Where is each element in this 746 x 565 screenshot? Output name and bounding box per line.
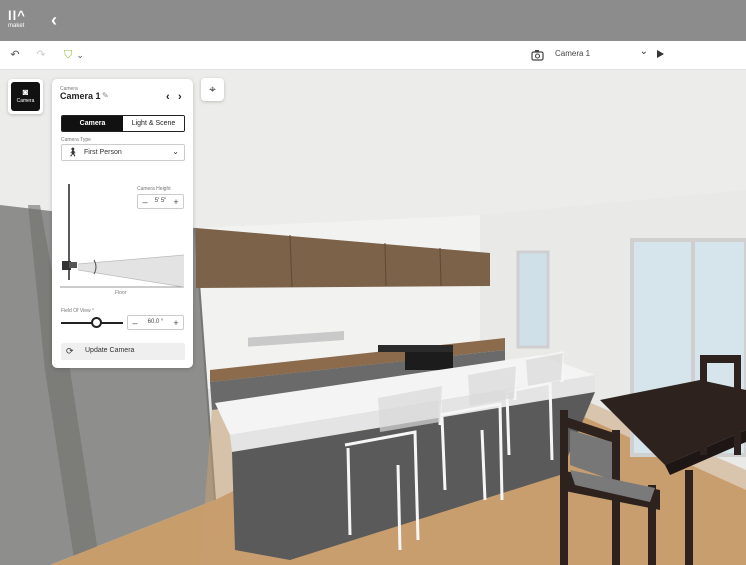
camera-type-select[interactable]: 🚶︎ First Person ⌄: [61, 144, 185, 161]
refresh-icon: ⟳: [66, 346, 74, 356]
maket-logo[interactable]: ll^ maket: [8, 9, 32, 33]
chevron-down-icon: ⌄: [172, 147, 179, 156]
camera-type-label: Camera Type: [61, 137, 91, 143]
update-camera-label: Update Camera: [85, 347, 135, 354]
camera-type-value: First Person: [84, 149, 122, 156]
pencil-icon[interactable]: ✎: [102, 91, 109, 100]
fov-slider-thumb[interactable]: [91, 317, 102, 328]
camera-add-icon: [531, 50, 544, 61]
camera-select-label: Camera 1: [555, 49, 591, 58]
minus-icon[interactable]: –: [130, 317, 140, 329]
play-icon[interactable]: [657, 50, 664, 58]
panel-title: Camera 1: [60, 91, 101, 101]
minus-icon[interactable]: –: [140, 196, 150, 208]
camera-tool-button[interactable]: ◙ Camera: [8, 79, 43, 114]
person-walking-icon: 🚶︎: [67, 147, 79, 157]
chevron-down-icon: ⌄: [76, 50, 84, 60]
chevron-left-icon[interactable]: ‹: [46, 10, 62, 30]
camera-height-value[interactable]: 5' 5": [152, 198, 169, 204]
toolbar: ↶ ↷ ⛉ ⌄ Camera 1 ⌄: [0, 41, 746, 70]
panel-tabs: Camera Light & Scene: [61, 115, 185, 132]
chevron-down-icon: ⌄: [639, 46, 648, 57]
validation-dropdown-button[interactable]: ⛉ ⌄: [60, 47, 88, 64]
camera-panel: Camera Camera 1 ✎ ‹ › Camera Light & Sce…: [52, 79, 193, 368]
camera-height-stepper[interactable]: – 5' 5" +: [137, 194, 184, 209]
tab-camera[interactable]: Camera: [62, 116, 123, 131]
floor-label: Floor: [115, 290, 127, 296]
fov-value[interactable]: 60.0 °: [142, 319, 169, 325]
camera-select[interactable]: Camera 1 ⌄: [528, 46, 650, 65]
logo-mark: ll^: [8, 8, 26, 23]
fov-stepper[interactable]: – 60.0 ° +: [127, 315, 184, 330]
update-camera-button[interactable]: ⟳ Update Camera: [61, 343, 185, 360]
undo-icon[interactable]: ↶: [9, 47, 21, 64]
chevron-right-icon[interactable]: ›: [178, 91, 182, 103]
plus-icon[interactable]: +: [171, 317, 181, 329]
logo-text: maket: [8, 23, 25, 29]
camera-icon: ◙: [22, 87, 29, 97]
camera-height-label: Camera Height: [137, 186, 171, 192]
fov-label: Field Of View °: [61, 308, 95, 314]
top-bar: ll^ maket ‹: [0, 0, 746, 41]
tab-light-scene[interactable]: Light & Scene: [123, 116, 184, 131]
shield-check-icon: ⛉: [64, 49, 73, 61]
camera-tool-label: Camera: [16, 98, 35, 104]
plus-icon[interactable]: +: [171, 196, 181, 208]
chevron-left-icon[interactable]: ‹: [166, 91, 170, 103]
crosshair-icon[interactable]: ⌖: [201, 78, 224, 101]
redo-icon[interactable]: ↷: [35, 47, 47, 64]
